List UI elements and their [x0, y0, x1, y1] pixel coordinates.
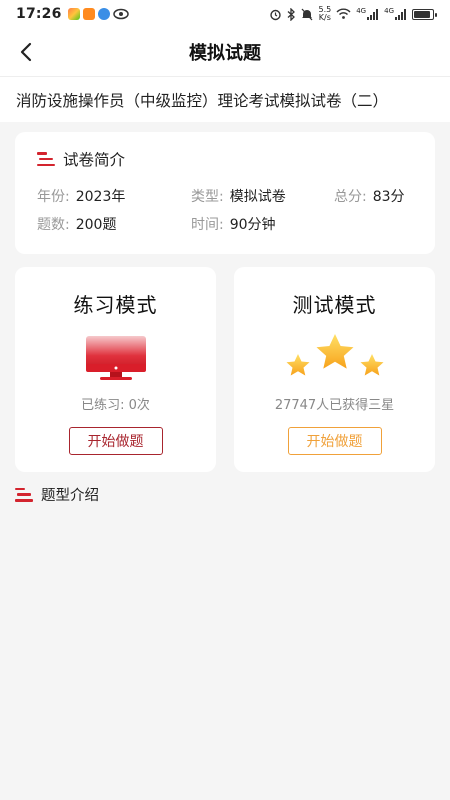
- alarm-icon: [270, 9, 282, 20]
- info-count-value: 200题: [75, 217, 117, 233]
- browser-app-icon: [97, 8, 110, 20]
- nav-bar: 模拟试题: [0, 28, 450, 76]
- section-lines-icon: [37, 152, 55, 166]
- status-indicators: 5.5 K/s 4G 4G: [269, 6, 437, 22]
- status-app-icons: [67, 8, 129, 20]
- signal-bars-icon: [367, 8, 379, 20]
- test-mode-title: 测试模式: [292, 293, 377, 317]
- signal-2-label: 4G: [384, 7, 394, 15]
- practice-mode-title: 练习模式: [73, 293, 158, 317]
- battery-icon: [412, 8, 437, 20]
- bluetooth-icon: [288, 7, 296, 21]
- question-type-heading-text: 题型介绍: [41, 488, 99, 504]
- test-mode-card[interactable]: 测试模式 27747人已获得三星 开始做题: [234, 267, 435, 472]
- info-score: 总分: 83分: [334, 186, 405, 206]
- info-score-value: 83分: [372, 189, 405, 205]
- info-type: 类型: 模拟试卷: [191, 186, 286, 206]
- intro-info-grid: 年份: 2023年 类型: 模拟试卷 总分: 83分 题数: 200题 时间: …: [37, 186, 413, 246]
- info-count: 题数: 200题: [37, 214, 116, 234]
- info-time-value: 90分钟: [229, 217, 276, 233]
- exam-intro-card: 试卷简介 年份: 2023年 类型: 模拟试卷 总分: 83分 题数: 200题…: [15, 132, 435, 254]
- signal-bars-icon: [395, 8, 406, 20]
- test-illustration: [280, 332, 390, 384]
- chevron-left-icon: [20, 42, 32, 62]
- network-speed: 5.5 K/s: [318, 6, 331, 22]
- test-stars-count: 27747人已获得三星: [274, 398, 395, 413]
- wifi-icon: [336, 8, 351, 19]
- signal-1-label: 4G: [356, 7, 367, 15]
- intro-heading-text: 试卷简介: [63, 151, 126, 169]
- info-time: 时间: 90分钟: [191, 214, 276, 234]
- test-start-button[interactable]: 开始做题: [287, 427, 382, 455]
- exam-title-text: 消防设施操作员（中级监控）理论考试模拟试卷（二）: [16, 91, 389, 110]
- network-speed-unit: K/s: [318, 13, 331, 22]
- practice-count: 已练习: 0次: [81, 398, 150, 413]
- question-type-heading: 题型介绍: [15, 484, 99, 505]
- practice-start-button[interactable]: 开始做题: [68, 427, 163, 455]
- info-time-label: 时间:: [191, 217, 224, 233]
- eye-icon: [112, 8, 129, 20]
- video-app-icon: [82, 8, 95, 20]
- battery-level: [414, 10, 431, 18]
- info-year: 年份: 2023年: [37, 186, 125, 206]
- info-type-value: 模拟试卷: [229, 189, 286, 205]
- info-year-label: 年份:: [37, 189, 70, 205]
- info-count-label: 题数:: [37, 217, 70, 233]
- app-grid-icon: [67, 8, 80, 20]
- back-button[interactable]: [10, 36, 42, 68]
- intro-heading: 试卷简介: [37, 148, 413, 170]
- monitor-icon: [85, 336, 146, 380]
- status-bar: 17:26 5.5 K/s 4G 4G: [0, 0, 450, 28]
- status-time: 17:26: [16, 6, 62, 22]
- info-year-value: 2023年: [75, 189, 126, 205]
- practice-mode-card[interactable]: 练习模式 已练习: 0次 开始做题: [15, 267, 216, 472]
- section-lines-icon: [15, 487, 33, 502]
- three-stars-icon: [286, 334, 383, 376]
- practice-illustration: [84, 332, 148, 384]
- mute-icon: [302, 8, 313, 20]
- info-type-label: 类型:: [191, 189, 224, 205]
- info-score-label: 总分:: [334, 189, 367, 205]
- exam-title: 消防设施操作员（中级监控）理论考试模拟试卷（二）: [0, 76, 450, 122]
- page-title: 模拟试题: [189, 43, 261, 64]
